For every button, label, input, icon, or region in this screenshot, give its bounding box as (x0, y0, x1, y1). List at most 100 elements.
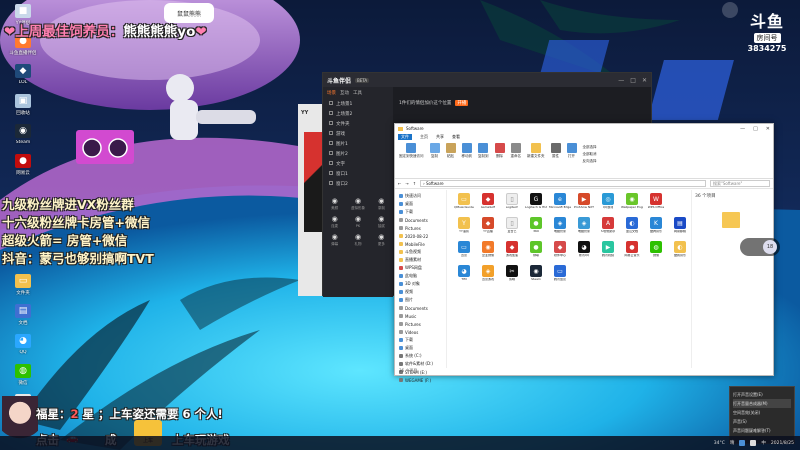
menu-tab[interactable]: 查看 (452, 134, 460, 140)
file-item[interactable]: ▭ 迅雷 (453, 241, 475, 263)
file-item[interactable]: K 酷狗音乐 (645, 217, 667, 239)
ribbon-button[interactable]: 删除 (494, 143, 505, 176)
file-item[interactable]: ◍ 微信 (645, 241, 667, 263)
tool-button[interactable]: ◉ 礼物 (348, 233, 367, 247)
file-item[interactable]: ▶ 腾讯视频 (597, 241, 619, 263)
ribbon-button[interactable]: 固定到快速访问 (399, 143, 424, 176)
ribbon-button[interactable]: 新建文件夹 (527, 143, 545, 176)
desktop-icon[interactable]: ▣ 回收站 (3, 94, 43, 124)
search-input[interactable]: 搜索"Software" (710, 180, 770, 187)
file-item[interactable]: ✂ 剪映 (501, 265, 523, 287)
volume-icon[interactable] (750, 440, 757, 446)
file-item[interactable]: ● 绿联 (525, 241, 547, 263)
scene-item[interactable]: 图片2 (323, 149, 393, 159)
scene-item[interactable]: 图片1 (323, 139, 393, 149)
nav-item[interactable]: Documents (395, 304, 446, 312)
select-option[interactable]: 反向选择 (583, 159, 597, 164)
scene-tab[interactable]: 工具 (353, 90, 362, 96)
tool-button[interactable]: ◉ 录制 (372, 197, 391, 211)
desktop-icon[interactable]: ◍ 微信 (3, 364, 43, 394)
tool-button[interactable]: ◉ 连麦 (325, 215, 344, 229)
desktop-icon[interactable]: ◉ Steam (3, 124, 43, 154)
checkbox-icon[interactable] (329, 131, 333, 135)
close-icon[interactable]: ✕ (766, 126, 770, 132)
scene-item[interactable]: 窗口1 (323, 169, 393, 179)
file-item[interactable]: ◆ 游戏加速 (501, 241, 523, 263)
tool-button[interactable]: ◉ 更多 (372, 233, 391, 247)
file-item[interactable]: ▤ 网易邮箱 (669, 217, 691, 239)
file-item[interactable] (669, 193, 691, 215)
scene-item[interactable]: 窗口2 (323, 179, 393, 189)
menu-tab[interactable]: 主页 (420, 134, 428, 140)
checkbox-icon[interactable] (329, 141, 333, 145)
tool-button[interactable]: ◉ 抽奖 (372, 215, 391, 229)
nav-item[interactable]: WPS网盘 (395, 264, 446, 272)
file-item[interactable]: ▭ QMusicGuide (453, 193, 475, 215)
file-item[interactable]: ◆ 软件中心 (549, 241, 571, 263)
context-menu-item[interactable]: 声音问题疑难解答(T) (733, 426, 791, 435)
file-item[interactable]: ◐ 酷我音乐 (669, 241, 691, 263)
file-item[interactable]: ◆ YY直播 (477, 217, 499, 239)
ribbon-button[interactable]: 复制 (429, 143, 440, 176)
streaming-app-titlebar[interactable]: 斗鱼伴侣 BETA — □ ✕ (323, 73, 651, 87)
file-item[interactable]: A AI智能助手 (597, 217, 619, 239)
ribbon-button[interactable]: 粘贴 (445, 143, 456, 176)
file-item[interactable]: ▶ ProShow NXT (573, 193, 595, 215)
file-explorer-window[interactable]: Software — □ ✕ 文件 主页 共享 查看 固定到快速访问 复制 粘贴 移动到 复制… (394, 123, 774, 383)
checkbox-icon[interactable] (329, 171, 333, 175)
clock[interactable]: 2021/8/25 (771, 441, 794, 446)
tool-button[interactable]: ◉ 美颜 (325, 197, 344, 211)
live-badge[interactable]: 开播 (455, 100, 469, 106)
network-icon[interactable] (739, 440, 746, 446)
ribbon-button[interactable]: 重命名 (511, 143, 521, 176)
close-icon[interactable]: ✕ (642, 77, 647, 84)
checkbox-icon[interactable] (329, 121, 333, 125)
nav-item[interactable]: MobileFile (395, 240, 446, 248)
nav-item[interactable]: 斗鱼视频 (395, 248, 446, 256)
tool-button[interactable]: ◉ 虚拟形象 (348, 197, 367, 211)
nav-item[interactable]: Videos (395, 328, 446, 336)
ribbon-button[interactable]: 复制到 (478, 143, 489, 176)
nav-item[interactable]: 快速访问 (395, 192, 446, 200)
forward-arrow-icon[interactable]: → (405, 181, 408, 186)
select-option[interactable]: 全部选择 (583, 145, 597, 150)
nav-item[interactable]: 3D 对象 (395, 280, 446, 288)
file-item[interactable]: ◕ 腾讯QQ (573, 241, 595, 263)
nav-item[interactable]: Pictures (395, 224, 446, 232)
nav-item[interactable]: Documents (395, 216, 446, 224)
tool-button[interactable]: ◉ PK (348, 215, 367, 229)
checkbox-icon[interactable] (329, 151, 333, 155)
desktop-icon[interactable]: ● 网易云 (3, 154, 43, 184)
nav-item[interactable]: 桌面 (395, 200, 446, 208)
nav-item[interactable]: 下载 (395, 336, 446, 344)
checkbox-icon[interactable] (329, 111, 333, 115)
file-item[interactable]: ▭ 腾讯会议 (549, 265, 571, 287)
maximize-icon[interactable]: □ (753, 126, 758, 132)
desktop-icon[interactable]: ◕ QQ (3, 334, 43, 364)
menu-tab[interactable]: 文件 (398, 134, 412, 140)
scene-tab[interactable]: 场景 (327, 90, 336, 96)
file-item[interactable]: ◉ 企业微信 (477, 241, 499, 263)
menu-tab[interactable]: 共享 (436, 134, 444, 140)
ribbon-button[interactable]: 移动到 (462, 143, 472, 176)
file-item[interactable]: ▯ Logitech (501, 193, 523, 215)
checkbox-icon[interactable] (329, 101, 333, 105)
nav-item[interactable]: Pictures (395, 320, 446, 328)
nav-item[interactable]: 下载 (395, 208, 446, 216)
desktop-icon[interactable]: ▭ 文件夹 (3, 274, 43, 304)
checkbox-icon[interactable] (329, 161, 333, 165)
checkbox-icon[interactable] (329, 181, 333, 185)
up-arrow-icon[interactable]: ↑ (413, 181, 416, 186)
nav-item[interactable]: Music (395, 312, 446, 320)
nav-item[interactable]: WEGAME (F:) (395, 376, 446, 384)
minimize-icon[interactable]: — (740, 126, 745, 132)
address-bar[interactable]: › Software (420, 180, 706, 187)
file-item[interactable]: ◉ Steam (525, 265, 547, 287)
file-item[interactable]: ▯ 爱奇艺 (501, 217, 523, 239)
nav-item[interactable]: 2020-08-22 (395, 232, 446, 240)
file-item[interactable]: Y YY语音 (453, 217, 475, 239)
desktop-icon[interactable]: ◆ LOL (3, 64, 43, 94)
scene-tab[interactable]: 互动 (340, 90, 349, 96)
desktop-icon[interactable]: ▤ 文档 (3, 304, 43, 334)
file-item[interactable]: e Microsoft Edge (549, 193, 571, 215)
